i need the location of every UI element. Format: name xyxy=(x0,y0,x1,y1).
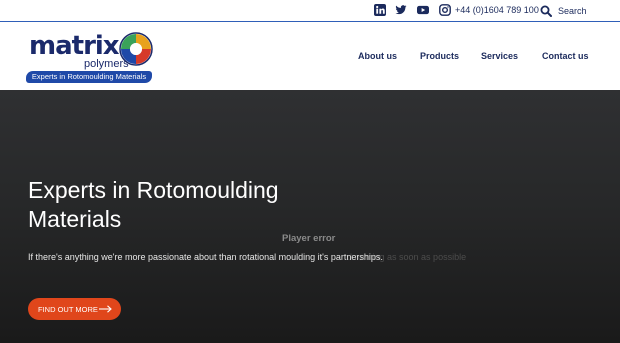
logo-wordmark: matrix xyxy=(29,31,120,61)
youtube-icon[interactable] xyxy=(417,4,429,16)
search-icon[interactable] xyxy=(540,4,552,17)
nav-about-us[interactable]: About us xyxy=(358,51,397,61)
nav-services[interactable]: Services xyxy=(481,51,518,61)
twitter-icon[interactable] xyxy=(395,4,407,16)
instagram-icon[interactable] xyxy=(439,4,451,16)
hero-title: Experts in Rotomoulding Materials xyxy=(28,177,279,232)
hero-description: If there's anything we're more passionat… xyxy=(28,252,383,262)
nav-contact-us[interactable]: Contact us xyxy=(542,51,589,61)
arrow-right-icon xyxy=(99,305,112,313)
search-link[interactable]: Search xyxy=(558,6,587,16)
hero-banner: Experts in Rotomoulding Materials Player… xyxy=(0,90,620,343)
matrix-polymers-logo[interactable]: matrix polymers Experts in Rotomoulding … xyxy=(26,31,158,85)
logo-tagline: Experts in Rotomoulding Materials xyxy=(26,71,152,83)
linkedin-icon[interactable] xyxy=(374,4,386,16)
logo-swirl-icon xyxy=(119,32,153,66)
player-error-message: Player error xyxy=(282,233,336,244)
nav-products[interactable]: Products xyxy=(420,51,459,61)
phone-number[interactable]: +44 (0)1604 789 100 xyxy=(455,5,539,15)
cta-label: FIND OUT MORE xyxy=(38,304,98,314)
find-out-more-button[interactable]: FIND OUT MORE xyxy=(28,298,121,320)
utility-bar: +44 (0)1604 789 100 Search xyxy=(0,0,620,22)
site-header: matrix polymers Experts in Rotomoulding … xyxy=(0,23,620,90)
